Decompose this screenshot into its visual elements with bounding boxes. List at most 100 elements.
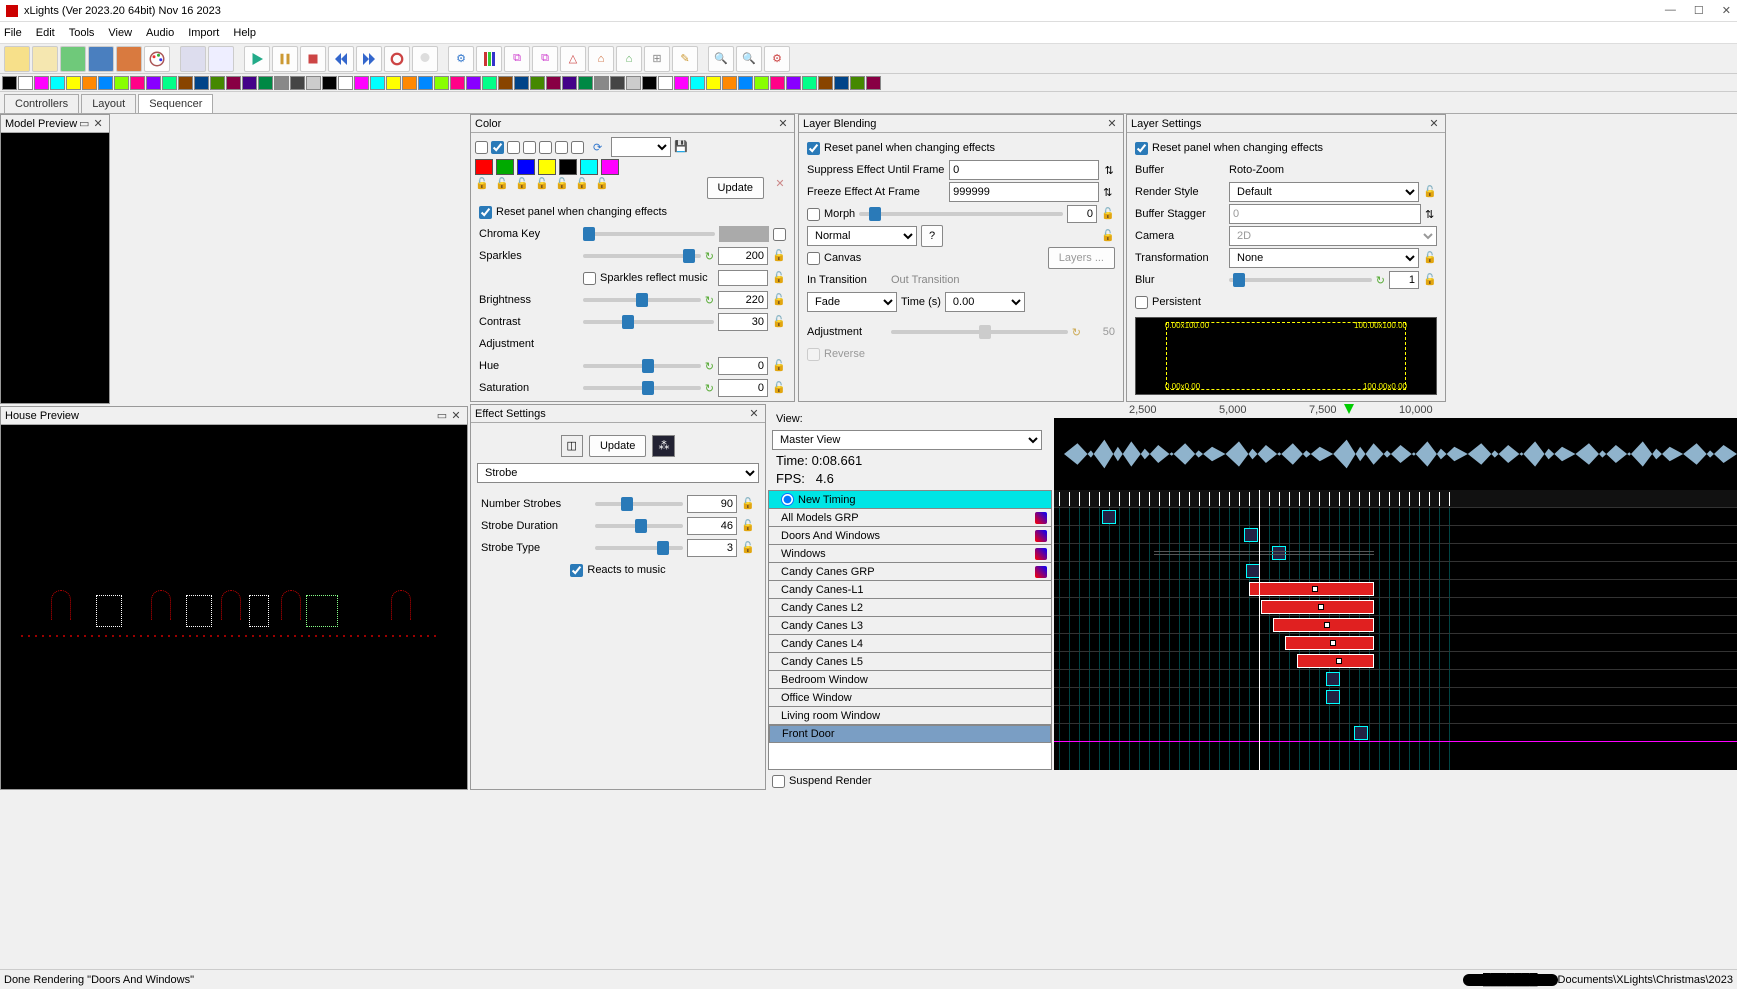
menu-view[interactable]: View	[108, 27, 132, 39]
effect-icon-43[interactable]	[690, 76, 705, 90]
blur-slider[interactable]	[1229, 278, 1372, 282]
bars-icon[interactable]	[476, 46, 502, 72]
dock-icon[interactable]: ▭	[77, 117, 91, 130]
effect-icon-46[interactable]	[738, 76, 753, 90]
effect-icon-0[interactable]	[2, 76, 17, 90]
effect-icon-2[interactable]	[34, 76, 49, 90]
menu-import[interactable]: Import	[188, 27, 219, 39]
reset-icon[interactable]: ↻	[705, 294, 714, 307]
forward-icon[interactable]	[356, 46, 382, 72]
view-select[interactable]: Master View	[772, 430, 1042, 450]
sparkles-reflect-check[interactable]	[583, 272, 596, 285]
color-enable-7[interactable]	[571, 141, 584, 154]
layers-button[interactable]: Layers ...	[1048, 247, 1115, 269]
freeze-value[interactable]	[949, 182, 1099, 202]
menu-tools[interactable]: Tools	[69, 27, 95, 39]
cube-icon[interactable]: ◫	[561, 435, 583, 457]
out-transition-tab[interactable]: Out Transition	[891, 274, 959, 286]
color-enable-4[interactable]	[523, 141, 536, 154]
contrast-value[interactable]	[718, 313, 768, 331]
tab-controllers[interactable]: Controllers	[4, 94, 79, 113]
model-preview-canvas[interactable]	[1, 133, 109, 403]
effect-icon-37[interactable]	[594, 76, 609, 90]
effect-icon-7[interactable]	[114, 76, 129, 90]
saturation-value[interactable]	[718, 379, 768, 397]
file-icon[interactable]	[32, 46, 58, 72]
spinner-icon[interactable]: ⇅	[1103, 186, 1115, 199]
model-row[interactable]: Doors And Windows	[769, 527, 1051, 545]
morph-check[interactable]	[807, 208, 820, 221]
effect-icon-39[interactable]	[626, 76, 641, 90]
adjustment-slider[interactable]	[891, 330, 1068, 334]
wand-icon[interactable]: ✎	[672, 46, 698, 72]
zoomout-icon[interactable]: 🔍	[736, 46, 762, 72]
sparkles-slider[interactable]	[583, 254, 701, 258]
zoomin-icon[interactable]: 🔍	[708, 46, 734, 72]
model-row[interactable]: Candy Canes L2	[769, 599, 1051, 617]
saturation-slider[interactable]	[583, 386, 701, 390]
new-icon[interactable]	[4, 46, 30, 72]
effect-icon-34[interactable]	[546, 76, 561, 90]
effect-type-select[interactable]: Strobe	[477, 463, 759, 483]
color-enable-3[interactable]	[507, 141, 520, 154]
morph-value[interactable]	[1067, 205, 1097, 223]
effect-icon-31[interactable]	[498, 76, 513, 90]
blur-value[interactable]	[1389, 271, 1419, 289]
model-row[interactable]: Candy Canes-L1	[769, 581, 1051, 599]
canvas-check[interactable]	[807, 252, 820, 265]
model-row[interactable]: Living room Window	[769, 707, 1051, 725]
open-icon[interactable]	[60, 46, 86, 72]
color-swatch-3[interactable]	[538, 159, 556, 175]
sparkles-value[interactable]	[718, 247, 768, 265]
lock-icon[interactable]: 🔓	[772, 249, 786, 263]
reset-check[interactable]	[479, 206, 492, 219]
brightness-slider[interactable]	[583, 298, 701, 302]
house-icon[interactable]: ⌂	[588, 46, 614, 72]
effect-icon-12[interactable]	[194, 76, 209, 90]
effect-icon-6[interactable]	[98, 76, 113, 90]
effect-icon-20[interactable]	[322, 76, 337, 90]
render-icon[interactable]	[180, 46, 206, 72]
gear-icon[interactable]: ⚙	[448, 46, 474, 72]
effect-icon-47[interactable]	[754, 76, 769, 90]
play-icon[interactable]	[244, 46, 270, 72]
num-strobes-slider[interactable]	[595, 502, 683, 506]
close-button[interactable]: ✕	[1722, 4, 1731, 17]
effect-icon-40[interactable]	[642, 76, 657, 90]
timeline[interactable]: 2,5005,0007,50010,000	[1054, 404, 1737, 770]
strobe-type-value[interactable]	[687, 539, 737, 557]
effect-icon-48[interactable]	[770, 76, 785, 90]
effect-icon-3[interactable]	[50, 76, 65, 90]
in-transition-tab[interactable]: In Transition	[807, 274, 887, 286]
transition-select[interactable]: Fade	[807, 292, 897, 312]
effect-icon-49[interactable]	[786, 76, 801, 90]
close-icon[interactable]: ✕	[1427, 117, 1441, 130]
effect-icon-23[interactable]	[370, 76, 385, 90]
color-enable-5[interactable]	[539, 141, 552, 154]
color-swatch-0[interactable]	[475, 159, 493, 175]
suppress-value[interactable]	[949, 160, 1099, 180]
effect-icon-32[interactable]	[514, 76, 529, 90]
effect-icon-5[interactable]	[82, 76, 97, 90]
contrast-slider[interactable]	[583, 320, 714, 324]
bulb-icon[interactable]	[412, 46, 438, 72]
effect-icon-53[interactable]	[850, 76, 865, 90]
grid-icon[interactable]: ⊞	[644, 46, 670, 72]
effect-icon-41[interactable]	[658, 76, 673, 90]
model-row[interactable]: Front Door	[769, 725, 1051, 743]
color-swatch-4[interactable]	[559, 159, 577, 175]
calendar-icon[interactable]	[208, 46, 234, 72]
effect-icon-38[interactable]	[610, 76, 625, 90]
morph-slider[interactable]	[859, 212, 1063, 216]
help-button[interactable]: ?	[921, 225, 943, 247]
color-enable-6[interactable]	[555, 141, 568, 154]
effect-icon-33[interactable]	[530, 76, 545, 90]
rewind-icon[interactable]	[328, 46, 354, 72]
chroma-slider[interactable]	[583, 232, 715, 236]
model-row[interactable]: Office Window	[769, 689, 1051, 707]
reset-icon[interactable]: ↻	[705, 250, 714, 263]
save-icon[interactable]	[88, 46, 114, 72]
effect-icon-30[interactable]	[482, 76, 497, 90]
transform-select[interactable]: None	[1229, 248, 1419, 268]
menu-help[interactable]: Help	[233, 27, 256, 39]
